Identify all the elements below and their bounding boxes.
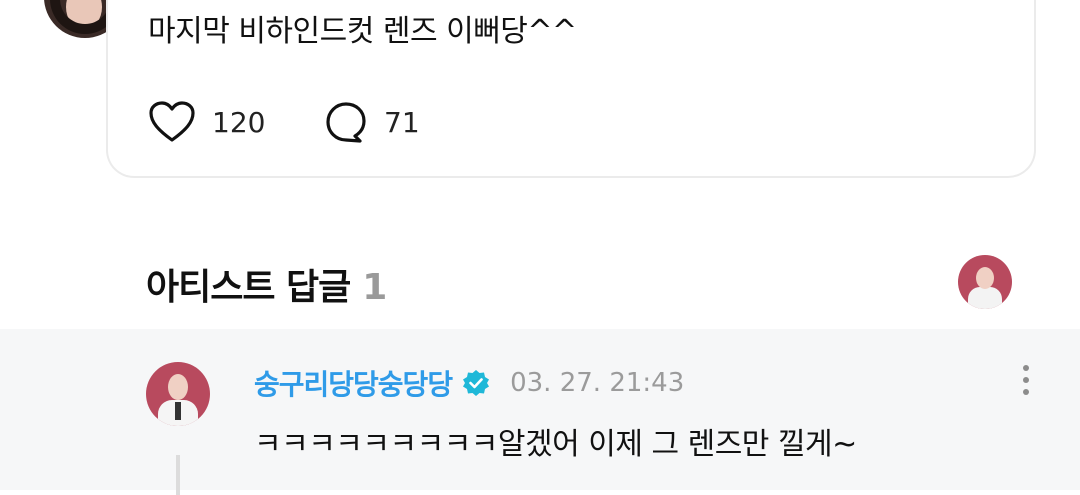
more-dot: [1023, 365, 1029, 371]
verified-badge-icon: [463, 370, 490, 396]
reply-author-avatar[interactable]: [146, 362, 210, 426]
avatar-body: [968, 287, 1002, 309]
reply-author-name[interactable]: 숭구리당당숭당당: [254, 363, 453, 403]
avatar-face: [976, 267, 994, 289]
artist-replies-title: 아티스트 답글: [146, 267, 351, 308]
reply-button[interactable]: 71: [324, 100, 420, 144]
speech-bubble-icon: [326, 102, 366, 143]
like-button[interactable]: 120: [148, 100, 265, 144]
avatar-tie: [175, 402, 181, 420]
artist-avatar-small[interactable]: [958, 255, 1012, 309]
artist-replies-header: 아티스트 답글 1: [146, 258, 387, 310]
heart-icon: [149, 101, 195, 142]
avatar-face: [168, 374, 188, 400]
like-count: 120: [212, 105, 266, 139]
thread-line: [176, 455, 180, 495]
artist-replies-count: 1: [362, 267, 387, 308]
reply-timestamp: 03. 27. 21:43: [510, 368, 685, 398]
more-dot: [1023, 377, 1029, 383]
reply-text: ㅋㅋㅋㅋㅋㅋㅋㅋㅋ알겠어 이제 그 렌즈만 낄게~: [254, 427, 857, 462]
post-text: 마지막 비하인드컷 렌즈 이뻐당^^: [148, 14, 577, 49]
reply-count: 71: [384, 105, 420, 139]
reply-header: 숭구리당당숭당당 03. 27. 21:43: [254, 363, 684, 403]
more-vertical-icon[interactable]: [1016, 365, 1036, 401]
more-dot: [1023, 389, 1029, 395]
artist-reply-item: 숭구리당당숭당당 03. 27. 21:43 ㅋㅋㅋㅋㅋㅋㅋㅋㅋ알겠어 이제 그…: [0, 329, 1080, 495]
